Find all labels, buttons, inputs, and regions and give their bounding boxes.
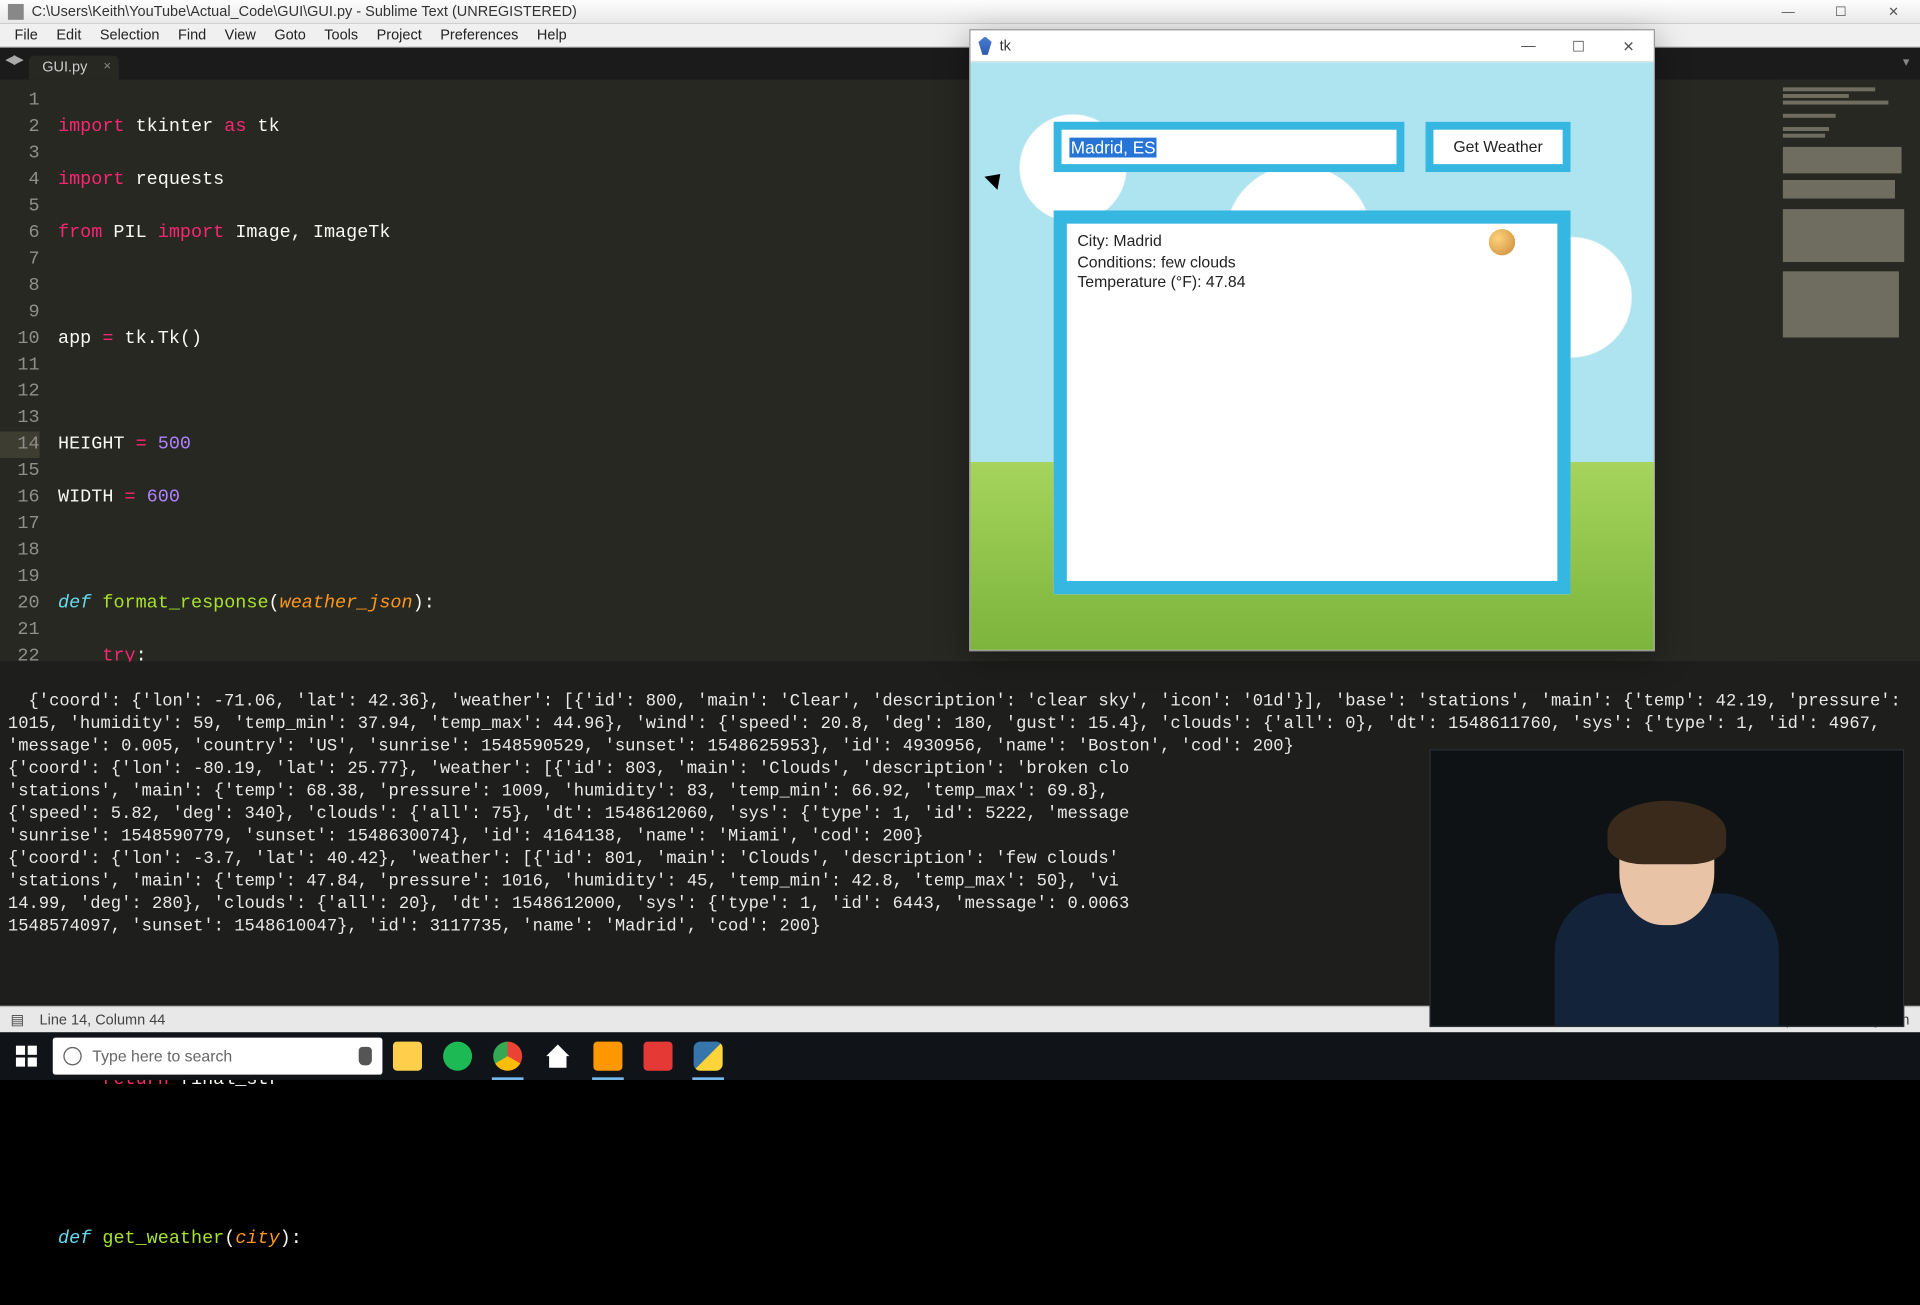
city-entry-value: Madrid, ES (1069, 137, 1156, 157)
tk-body: Madrid, ES Get Weather City: Madrid Cond… (971, 62, 1654, 650)
cortana-circle-icon (63, 1047, 81, 1066)
tk-maximize-button[interactable]: ☐ (1553, 30, 1603, 62)
tab-close-icon[interactable]: × (103, 60, 111, 75)
tk-close-button[interactable]: ✕ (1604, 30, 1654, 62)
start-button[interactable] (0, 1032, 53, 1080)
menu-goto[interactable]: Goto (265, 27, 315, 43)
mic-icon[interactable] (359, 1047, 372, 1066)
sublime-app-icon (8, 4, 24, 20)
taskbar-explorer[interactable] (384, 1032, 431, 1080)
taskbar-chrome[interactable] (484, 1032, 531, 1080)
sublime-titlebar: C:\Users\Keith\YouTube\Actual_Code\GUI\G… (0, 0, 1920, 24)
tab-dropdown-icon[interactable]: ▾ (1903, 56, 1910, 71)
windows-logo-icon (16, 1046, 37, 1067)
get-weather-button[interactable]: Get Weather (1426, 122, 1571, 172)
menu-edit[interactable]: Edit (47, 27, 90, 43)
windows-taskbar: Type here to search (0, 1032, 1920, 1080)
tk-window: tk — ☐ ✕ Madrid, ES Get Weather City: Ma… (969, 29, 1655, 651)
menu-view[interactable]: View (215, 27, 265, 43)
tk-feather-icon (978, 36, 991, 55)
tab-history-arrows[interactable]: ◀ ▶ (5, 53, 21, 68)
line-gutter: 123 456 789 101112 131415 161718 192021 … (0, 79, 47, 661)
menu-project[interactable]: Project (367, 27, 431, 43)
weather-icon (1452, 247, 1513, 279)
panel-switcher-icon[interactable]: ▤ (11, 1010, 29, 1029)
menu-help[interactable]: Help (528, 27, 576, 43)
tab-gui-py[interactable]: GUI.py × (29, 56, 119, 80)
tab-label: GUI.py (42, 60, 87, 76)
result-frame: City: Madrid Conditions: few clouds Temp… (1054, 210, 1571, 594)
menu-selection[interactable]: Selection (91, 27, 169, 43)
taskbar-sublime[interactable] (584, 1032, 631, 1080)
taskbar-search[interactable]: Type here to search (53, 1038, 383, 1075)
tk-title: tk (1000, 38, 1011, 54)
menu-find[interactable]: Find (169, 27, 216, 43)
taskbar-home[interactable] (534, 1032, 581, 1080)
webcam-overlay (1429, 749, 1904, 1027)
menu-tools[interactable]: Tools (315, 27, 367, 43)
taskbar-app-red[interactable] (634, 1032, 681, 1080)
menu-preferences[interactable]: Preferences (431, 27, 528, 43)
status-caret: Line 14, Column 44 (40, 1012, 166, 1028)
search-placeholder: Type here to search (92, 1047, 232, 1066)
window-title: C:\Users\Keith\YouTube\Actual_Code\GUI\G… (32, 4, 577, 20)
close-button[interactable]: ✕ (1867, 0, 1920, 24)
city-entry[interactable]: Madrid, ES (1054, 122, 1405, 172)
presenter (1548, 801, 1785, 1026)
minimize-button[interactable]: — (1762, 0, 1815, 24)
tk-minimize-button[interactable]: — (1503, 30, 1553, 62)
maximize-button[interactable]: ☐ (1815, 0, 1868, 24)
taskbar-python[interactable] (684, 1032, 731, 1080)
minimap[interactable] (1775, 79, 1920, 661)
taskbar-spotify[interactable] (434, 1032, 481, 1080)
mouse-cursor (989, 169, 1005, 193)
tk-titlebar[interactable]: tk — ☐ ✕ (971, 30, 1654, 62)
menu-file[interactable]: File (5, 27, 47, 43)
